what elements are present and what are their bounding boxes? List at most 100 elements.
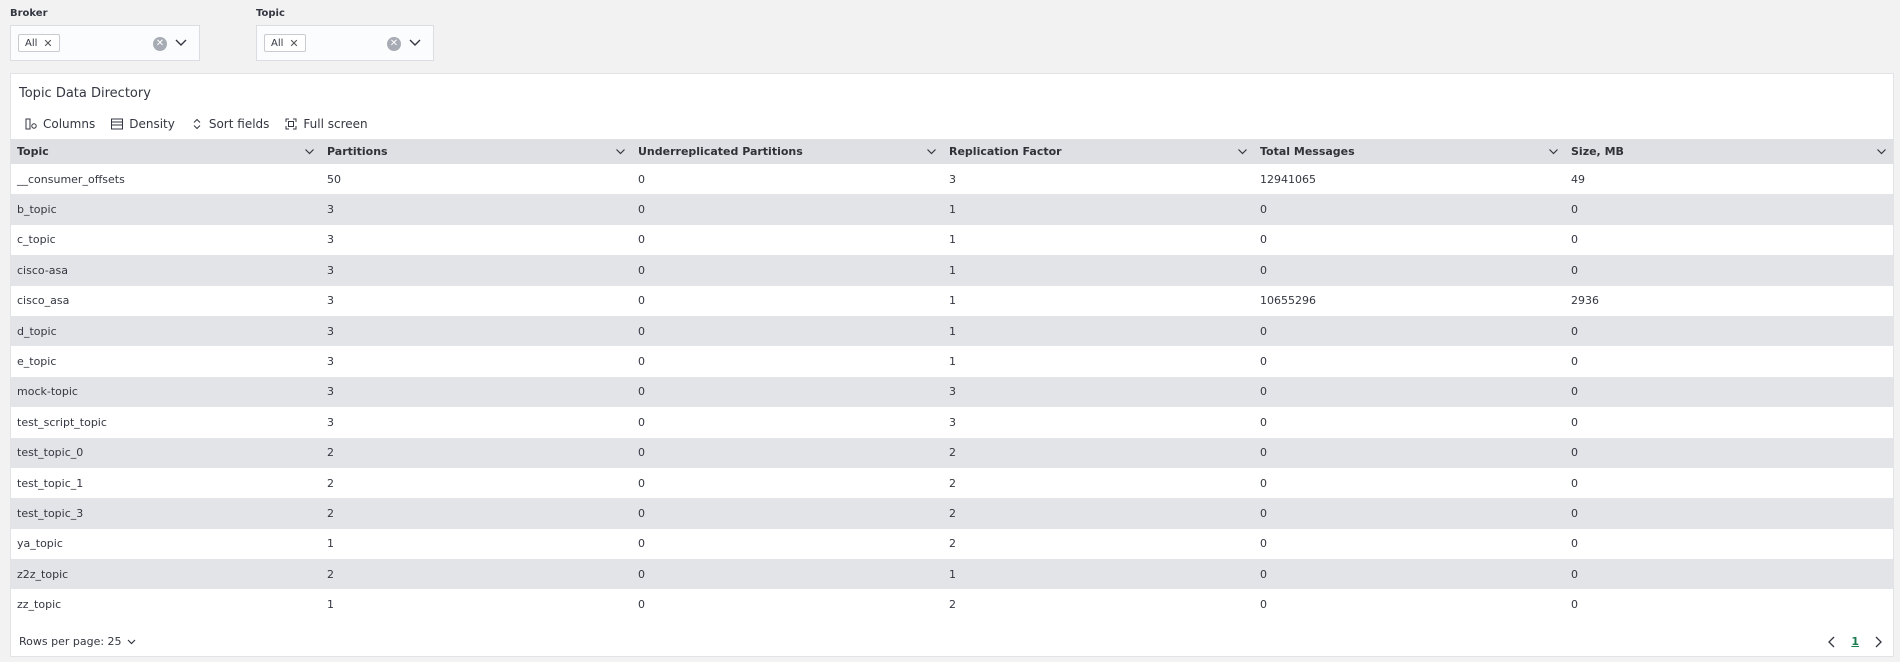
table-row[interactable]: cisco-asa 3 0 1 0 0	[11, 255, 1893, 286]
table-cell: 3	[321, 255, 632, 286]
chevron-down-icon[interactable]	[1876, 146, 1887, 157]
table-row[interactable]: zz_topic 1 0 2 0 0	[11, 589, 1893, 620]
sort-icon	[193, 118, 201, 130]
table-cell: e_topic	[11, 346, 321, 377]
page-number[interactable]: 1	[1851, 635, 1859, 648]
density-button[interactable]: Density	[111, 117, 175, 131]
table-cell: 3	[321, 315, 632, 347]
topic-filter-label: Topic	[256, 8, 285, 19]
table-row[interactable]: e_topic 3 0 1 0 0	[11, 346, 1893, 377]
columns-label: Columns	[43, 117, 96, 131]
table-row[interactable]: b_topic 3 0 1 0 0	[11, 194, 1893, 225]
sort-fields-button[interactable]: Sort fields	[191, 117, 270, 131]
density-icon	[111, 118, 124, 130]
table-cell: c_topic	[11, 224, 321, 256]
chip-remove-icon[interactable]: ✕	[289, 37, 298, 50]
table-cell: 1	[943, 255, 1254, 286]
table-row[interactable]: test_topic_1 2 0 2 0 0	[11, 467, 1893, 499]
table-row[interactable]: test_topic_0 2 0 2 0 0	[11, 437, 1893, 468]
table-cell: 0	[1565, 315, 1893, 347]
table-cell: 2	[943, 437, 1254, 468]
table-cell: 0	[1565, 376, 1893, 408]
chevron-left-icon[interactable]	[1827, 636, 1837, 648]
table-cell: 0	[632, 285, 943, 316]
column-header-topic[interactable]: Topic	[11, 139, 321, 164]
panel-title: Topic Data Directory	[19, 86, 151, 101]
header-label: Size, MB	[1571, 145, 1624, 158]
table-cell: 0	[1565, 224, 1893, 256]
table-cell: 3	[321, 285, 632, 316]
chevron-right-icon[interactable]	[1873, 636, 1883, 648]
table-cell: 0	[632, 164, 943, 195]
table-cell: 0	[1254, 467, 1565, 499]
column-header-total-messages[interactable]: Total Messages	[1254, 139, 1565, 164]
table-cell: 2	[321, 467, 632, 499]
table-row[interactable]: test_script_topic 3 0 3 0 0	[11, 407, 1893, 438]
chevron-down-icon[interactable]	[1237, 146, 1248, 157]
table-cell: 3	[321, 194, 632, 225]
table-cell: 1	[943, 315, 1254, 347]
columns-icon	[25, 118, 37, 130]
table-row[interactable]: ya_topic 1 0 2 0 0	[11, 528, 1893, 560]
table-cell: 0	[632, 528, 943, 560]
full-screen-button[interactable]: Full screen	[285, 117, 368, 131]
table-cell: 0	[1254, 559, 1565, 590]
table-cell: 2	[943, 589, 1254, 620]
table-cell: test_topic_3	[11, 498, 321, 529]
table-cell: 50	[321, 164, 632, 195]
columns-button[interactable]: Columns	[25, 117, 95, 131]
column-header-replication-factor[interactable]: Replication Factor	[943, 139, 1254, 164]
chevron-down-icon[interactable]	[1548, 146, 1559, 157]
chip-remove-icon[interactable]: ✕	[43, 37, 52, 50]
chevron-down-icon[interactable]	[304, 146, 315, 157]
column-header-underreplicated[interactable]: Underreplicated Partitions	[632, 139, 943, 164]
table-cell: 2	[321, 498, 632, 529]
topic-chip[interactable]: All ✕	[264, 34, 306, 52]
table-cell: 0	[632, 346, 943, 377]
table-row[interactable]: __consumer_offsets 50 0 3 12941065 49	[11, 164, 1893, 195]
table-cell: 0	[1565, 346, 1893, 377]
chevron-down-icon[interactable]	[174, 35, 188, 49]
table-cell: 3	[321, 407, 632, 438]
broker-combobox[interactable]: All ✕ ✕	[10, 25, 200, 61]
header-label: Total Messages	[1260, 145, 1355, 158]
table-cell: 3	[321, 376, 632, 408]
table-cell: test_script_topic	[11, 407, 321, 438]
table-cell: 0	[1254, 224, 1565, 256]
column-header-size[interactable]: Size, MB	[1565, 139, 1893, 164]
table-cell: 0	[632, 194, 943, 225]
table-cell: 0	[1254, 255, 1565, 286]
broker-filter: Broker All ✕ ✕	[10, 8, 200, 61]
table-cell: 3	[943, 164, 1254, 195]
topic-table: Topic Partitions Underreplicated Partiti…	[11, 139, 1893, 620]
table-toolbar: Columns Density Sort fields Full screen	[25, 117, 368, 131]
chevron-down-icon[interactable]	[615, 146, 626, 157]
topic-combobox[interactable]: All ✕ ✕	[256, 25, 434, 61]
table-cell: 0	[1565, 437, 1893, 468]
broker-chip-label: All	[25, 37, 38, 49]
table-cell: 2	[321, 437, 632, 468]
table-cell: test_topic_1	[11, 467, 321, 499]
table-cell: cisco_asa	[11, 285, 321, 316]
table-row[interactable]: mock-topic 3 0 3 0 0	[11, 376, 1893, 408]
table-cell: 0	[632, 437, 943, 468]
table-row[interactable]: cisco_asa 3 0 1 10655296 2936	[11, 285, 1893, 316]
table-row[interactable]: z2z_topic 2 0 1 0 0	[11, 559, 1893, 590]
chevron-down-icon[interactable]	[926, 146, 937, 157]
table-row[interactable]: d_topic 3 0 1 0 0	[11, 315, 1893, 347]
table-cell: 3	[321, 224, 632, 256]
clear-icon[interactable]: ✕	[387, 37, 401, 51]
rows-per-page-select[interactable]: Rows per page: 25	[19, 635, 137, 648]
chevron-down-icon[interactable]	[408, 35, 422, 49]
table-cell: 0	[1254, 315, 1565, 347]
table-row[interactable]: test_topic_3 2 0 2 0 0	[11, 498, 1893, 529]
clear-icon[interactable]: ✕	[153, 37, 167, 51]
broker-chip[interactable]: All ✕	[18, 34, 60, 52]
table-cell: 0	[1254, 498, 1565, 529]
table-cell: 12941065	[1254, 164, 1565, 195]
table-cell: 2936	[1565, 285, 1893, 316]
sort-fields-label: Sort fields	[208, 117, 270, 131]
table-row[interactable]: c_topic 3 0 1 0 0	[11, 224, 1893, 256]
column-header-partitions[interactable]: Partitions	[321, 139, 632, 164]
table-cell: 0	[1565, 407, 1893, 438]
